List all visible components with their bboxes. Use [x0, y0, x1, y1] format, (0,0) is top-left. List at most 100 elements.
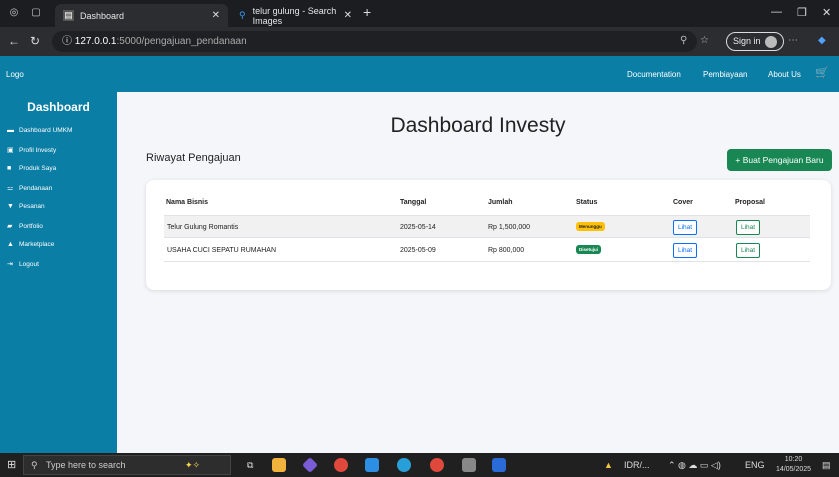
logo[interactable]: Logo	[6, 70, 24, 79]
cart-icon: ▼	[7, 203, 14, 210]
avatar-icon	[764, 35, 777, 48]
box-icon: ■	[7, 165, 12, 172]
column-header: Cover	[673, 199, 693, 206]
status-badge: Disetujui	[576, 245, 602, 254]
app-diamond-icon[interactable]	[302, 457, 318, 473]
nav-pembiayaan[interactable]: Pembiayaan	[703, 70, 747, 79]
column-header: Proposal	[735, 199, 765, 206]
nav-about-us[interactable]: About Us	[768, 70, 801, 79]
sidebar-item-produk-saya[interactable]: ■ Produk Saya	[7, 165, 56, 172]
windows-taskbar: ⊞ ⚲ Type here to search ✦✧ ⧉ ▲ IDR/... ⌃…	[0, 453, 839, 477]
tab-search-images[interactable]: ⚲ telur gulung - Search Images ✕	[230, 4, 360, 27]
close-window-icon[interactable]: ✕	[822, 6, 831, 19]
windows-start-icon[interactable]: ⊞	[7, 458, 16, 472]
status-badge: Menunggu	[576, 222, 605, 231]
sidebar-title: Dashboard	[27, 100, 90, 114]
url-field[interactable]: ⓘ 127.0.0.1:5000/pengajuan_pendanaan	[52, 31, 697, 52]
app-navbar: Logo Documentation Pembiayaan About Us 🛒	[0, 56, 839, 92]
browser-tab-bar: ◎ ▢ ▤ Dashboard ✕ ⚲ telur gulung - Searc…	[0, 0, 839, 27]
cell-jumlah: Rp 800,000	[488, 247, 525, 254]
language-indicator[interactable]: ENG	[745, 458, 765, 472]
zoom-icon[interactable]: ⚲	[680, 35, 687, 46]
briefcase-icon: ▰	[7, 223, 13, 230]
sidebar-item-portfolio[interactable]: ▰ Portfolio	[7, 222, 43, 231]
store-icon: ▲	[7, 241, 14, 248]
clock[interactable]: 10:20 14/05/2025	[776, 455, 811, 475]
weather-sparkle-icon: ✦✧	[185, 460, 201, 470]
column-header: Nama Bisnis	[166, 199, 209, 206]
close-tab-icon[interactable]: ✕	[212, 10, 220, 21]
submission-table-card: Nama Bisnis Tanggal Jumlah Status Cover …	[146, 180, 831, 290]
column-header: Jumlah	[488, 199, 513, 206]
tab-title: Dashboard	[80, 10, 125, 21]
tray-icons[interactable]: ⌃ ◍ ☁ ▭ ◁)	[668, 458, 721, 472]
refresh-icon[interactable]: ↻	[30, 34, 40, 48]
tab-title: telur gulung - Search Images	[252, 5, 337, 26]
sidebar-item-pesanan[interactable]: ▼ Pesanan	[7, 203, 45, 210]
database-icon[interactable]	[462, 458, 476, 472]
restore-icon[interactable]: ❐	[797, 6, 807, 19]
cell-nama-bisnis: USAHA CUCI SEPATU RUMAHAN	[167, 247, 277, 254]
main-content: Dashboard Investy Riwayat Pengajuan + Bu…	[117, 92, 839, 453]
cell-tanggal: 2025-05-14	[400, 224, 436, 231]
sidebar-item-label: Marketplace	[19, 241, 55, 248]
sidebar-item-label: Pesanan	[19, 203, 45, 210]
column-header: Status	[576, 199, 598, 206]
table-row: Telur Gulung Romantis 2025-05-14 Rp 1,50…	[164, 215, 810, 238]
copilot-icon[interactable]: ◆	[818, 35, 826, 46]
sidebar-item-logout[interactable]: ⇥ Logout	[7, 260, 39, 269]
logout-icon: ⇥	[7, 261, 13, 268]
clock-date: 14/05/2025	[776, 466, 812, 473]
task-view-icon[interactable]: ⧉	[247, 458, 253, 472]
view-proposal-button[interactable]: Lihat	[736, 243, 761, 258]
tab-dashboard[interactable]: ▤ Dashboard ✕	[55, 4, 228, 27]
new-submission-button[interactable]: + Buat Pengajuan Baru	[727, 149, 832, 171]
sign-in-button[interactable]: Sign in	[726, 32, 784, 51]
id-card-icon: ▣	[7, 147, 14, 154]
sign-in-label: Sign in	[733, 36, 761, 46]
new-tab-button[interactable]: +	[363, 4, 371, 20]
close-tab-icon[interactable]: ✕	[344, 10, 352, 21]
edge-icon[interactable]	[397, 458, 411, 472]
clock-time: 10:20	[784, 456, 803, 463]
search-placeholder: Type here to search	[46, 460, 126, 470]
sidebar-item-marketplace[interactable]: ▲ Marketplace	[7, 241, 54, 248]
search-favicon-icon: ⚲	[239, 10, 246, 20]
notification-icon[interactable]: ▤	[822, 458, 831, 472]
more-menu-icon[interactable]: ⋯	[788, 35, 798, 46]
nav-documentation[interactable]: Documentation	[627, 70, 681, 79]
ticker-text[interactable]: IDR/...	[624, 458, 650, 472]
sidebar-item-label: Pendanaan	[19, 184, 53, 192]
sidebar-item-pendanaan[interactable]: ⚍ Pendanaan	[7, 184, 53, 193]
view-cover-button[interactable]: Lihat	[673, 243, 698, 258]
chrome-icon[interactable]	[334, 458, 348, 472]
tab-actions-icon[interactable]: ▢	[30, 7, 42, 19]
url-path: :5000/pengajuan_pendanaan	[116, 36, 247, 47]
sidebar-item-dashboard-umkm[interactable]: ▬ Dashboard UMKM	[7, 127, 72, 134]
sidebar-item-label: Profil Investy	[19, 146, 57, 154]
minimize-icon[interactable]: —	[771, 6, 782, 18]
sidebar-item-label: Logout	[19, 260, 39, 268]
url-host: 127.0.0.1	[74, 36, 117, 47]
favorite-star-icon[interactable]: ☆	[700, 35, 709, 46]
sidebar-item-profil-investy[interactable]: ▣ Profil Investy	[7, 146, 57, 155]
cart-icon[interactable]: 🛒	[815, 66, 829, 79]
vscode-icon[interactable]	[365, 458, 379, 472]
word-icon[interactable]	[492, 458, 506, 472]
handshake-icon: ⚍	[7, 185, 14, 192]
page-title: Dashboard Investy	[390, 114, 566, 137]
page-favicon-icon: ▤	[63, 10, 74, 21]
info-icon[interactable]: ⓘ	[62, 36, 72, 47]
view-proposal-button[interactable]: Lihat	[736, 220, 761, 235]
file-explorer-icon[interactable]	[272, 458, 286, 472]
view-cover-button[interactable]: Lihat	[673, 220, 698, 235]
sidebar-item-label: Dashboard UMKM	[19, 127, 73, 134]
chrome-profile-icon[interactable]	[430, 458, 444, 472]
sidebar-item-label: Produk Saya	[19, 165, 57, 172]
back-icon[interactable]: ←	[8, 34, 20, 48]
sidebar: Dashboard ▬ Dashboard UMKM ▣ Profil Inve…	[0, 92, 117, 453]
browser-profile-icon[interactable]: ◎	[8, 7, 20, 19]
dashboard-icon: ▬	[7, 127, 14, 134]
column-header: Tanggal	[400, 199, 427, 206]
section-subtitle: Riwayat Pengajuan	[146, 152, 241, 164]
